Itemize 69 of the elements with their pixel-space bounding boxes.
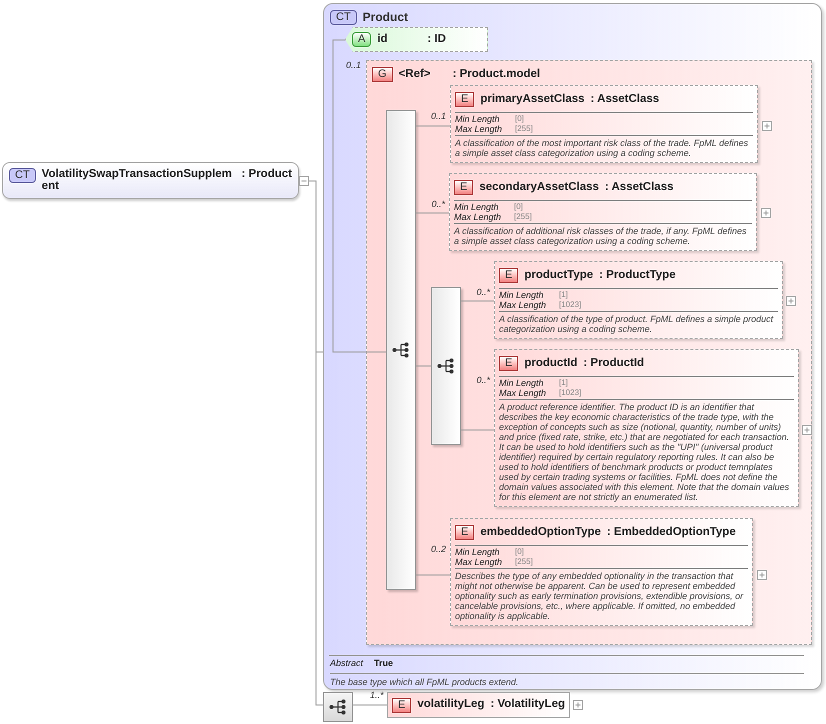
facet-label: Min Length xyxy=(455,114,501,124)
element-type: : ProductType xyxy=(599,268,676,283)
element-name: productId xyxy=(524,356,578,371)
facet-label: Min Length xyxy=(454,202,500,212)
element-type: : AssetClass xyxy=(604,180,674,195)
element-description: Describes the type of any embedded optionality in the transaction that might not otherwise be apparent. Can be used to represent embedded optionality such as early termination provisions, extendible provisions, or cancelable provisions, etc., where applicable. If omitted, no embedded optionality is applicable. xyxy=(455,570,744,622)
facet-value: [1] xyxy=(559,378,569,388)
attribute-node[interactable]: A id : ID xyxy=(345,27,488,52)
element-name: volatilityLeg xyxy=(417,697,484,712)
facet-value: [1023] xyxy=(559,388,582,398)
cardinality-label: 0..* xyxy=(476,286,490,299)
element-name: embeddedOptionType xyxy=(480,525,601,540)
element-description: A classification of additional risk classes of the trade, if any. FpML defines a simple asset class categorization using a coding scheme. xyxy=(454,225,748,246)
complex-type-node[interactable]: CT VolatilitySwapTransactionSupplement : Product xyxy=(2,162,299,199)
attribute-type: : ID xyxy=(427,32,446,47)
cardinality-label: 0..* xyxy=(431,198,445,211)
element-description: A classification of the type of product. FpML defines a simple product categorization using a coding scheme. xyxy=(499,313,774,334)
cardinality-label: 1..* xyxy=(370,689,384,702)
property-value: True xyxy=(374,657,394,670)
cardinality-label: 0..1 xyxy=(346,59,362,72)
type-name: Product xyxy=(362,9,408,26)
facet-value: [0] xyxy=(514,202,524,212)
type-badge: E xyxy=(455,525,474,540)
element-node[interactable]: E volatilityLeg : VolatilityLeg xyxy=(387,692,570,718)
facet-label: Min Length xyxy=(499,378,545,388)
element-type: : ProductId xyxy=(583,356,644,371)
facet-label: Max Length xyxy=(499,300,548,310)
facet-value: [255] xyxy=(515,124,534,134)
type-badge: E xyxy=(455,92,474,108)
element-type: : EmbeddedOptionType xyxy=(606,525,736,540)
facet-label: Max Length xyxy=(455,557,504,568)
facet-label: Min Length xyxy=(499,290,545,300)
facet-label: Max Length xyxy=(455,124,504,134)
group-type: : Product.model xyxy=(452,67,540,82)
element-description: A classification of the most important risk class of the trade. FpML defines a simple asset class categorization using a coding scheme. xyxy=(455,137,750,158)
type-badge: E xyxy=(499,268,518,284)
type-description: The base type which all FpML products extend. xyxy=(330,676,520,689)
property-label: Abstract xyxy=(330,657,364,670)
type-badge: E xyxy=(392,698,412,712)
element-node[interactable]: E primaryAssetClass : AssetClass Min Length [0] Max Length [255] A classification of the most important risk class of the trade. FpML defines a simple asset class categorization using a coding scheme. xyxy=(450,85,758,164)
facet-value: [1023] xyxy=(559,300,582,310)
type-badge: A xyxy=(352,32,372,47)
facet-value: [0] xyxy=(515,114,525,124)
element-type: : VolatilityLeg xyxy=(490,697,565,712)
facet-value: [255] xyxy=(514,212,533,222)
type-badge: CT xyxy=(9,168,36,183)
facet-label: Max Length xyxy=(499,388,548,398)
attribute-name: id xyxy=(377,32,389,47)
element-description: A product reference identifier. The product ID is an identifier that describes the key economic characteristics of the trade type, with the exception of concepts such as size (notional, quantity, number of units) and price (fixed rate, strike, etc.) that are negotiated for each transaction. It can be used to hold identifiers such as the "UPI" (universal product identifier) required by certain regulatory reporting rules. It can also be used to hold identifiers of benchmark products or product temnplates used by certain trading systems or facilities. FpML does not define the domain values associated with this element. Note that the domain values for this element are not strictly an enumerated list. xyxy=(499,401,790,502)
type-badge: G xyxy=(372,67,393,82)
type-badge: CT xyxy=(330,10,357,24)
element-name: secondaryAssetClass xyxy=(479,180,599,195)
element-type: : AssetClass xyxy=(590,92,660,107)
type-badge: E xyxy=(499,356,518,372)
facet-value: [255] xyxy=(515,557,534,568)
group-name: <Ref> xyxy=(398,67,432,82)
cardinality-label: 0..2 xyxy=(430,543,446,556)
element-name: primaryAssetClass xyxy=(480,92,585,107)
type-name: VolatilitySwapTransactionSupplement xyxy=(42,168,233,192)
cardinality-label: 0..* xyxy=(476,374,490,387)
cardinality-label: 0..1 xyxy=(430,110,446,123)
facet-value: [1] xyxy=(559,290,569,300)
facet-label: Min Length xyxy=(455,547,501,558)
facet-label: Max Length xyxy=(454,212,502,222)
element-node[interactable]: E productType : ProductType Min Length [1] Max Length [1023] A classification of the type of product. FpML defines a simple product categorization using a coding scheme. xyxy=(494,261,783,340)
type-badge: E xyxy=(454,180,474,196)
element-name: productType xyxy=(524,268,594,283)
facet-value: [0] xyxy=(515,547,525,558)
type-name: : Product xyxy=(242,168,292,180)
